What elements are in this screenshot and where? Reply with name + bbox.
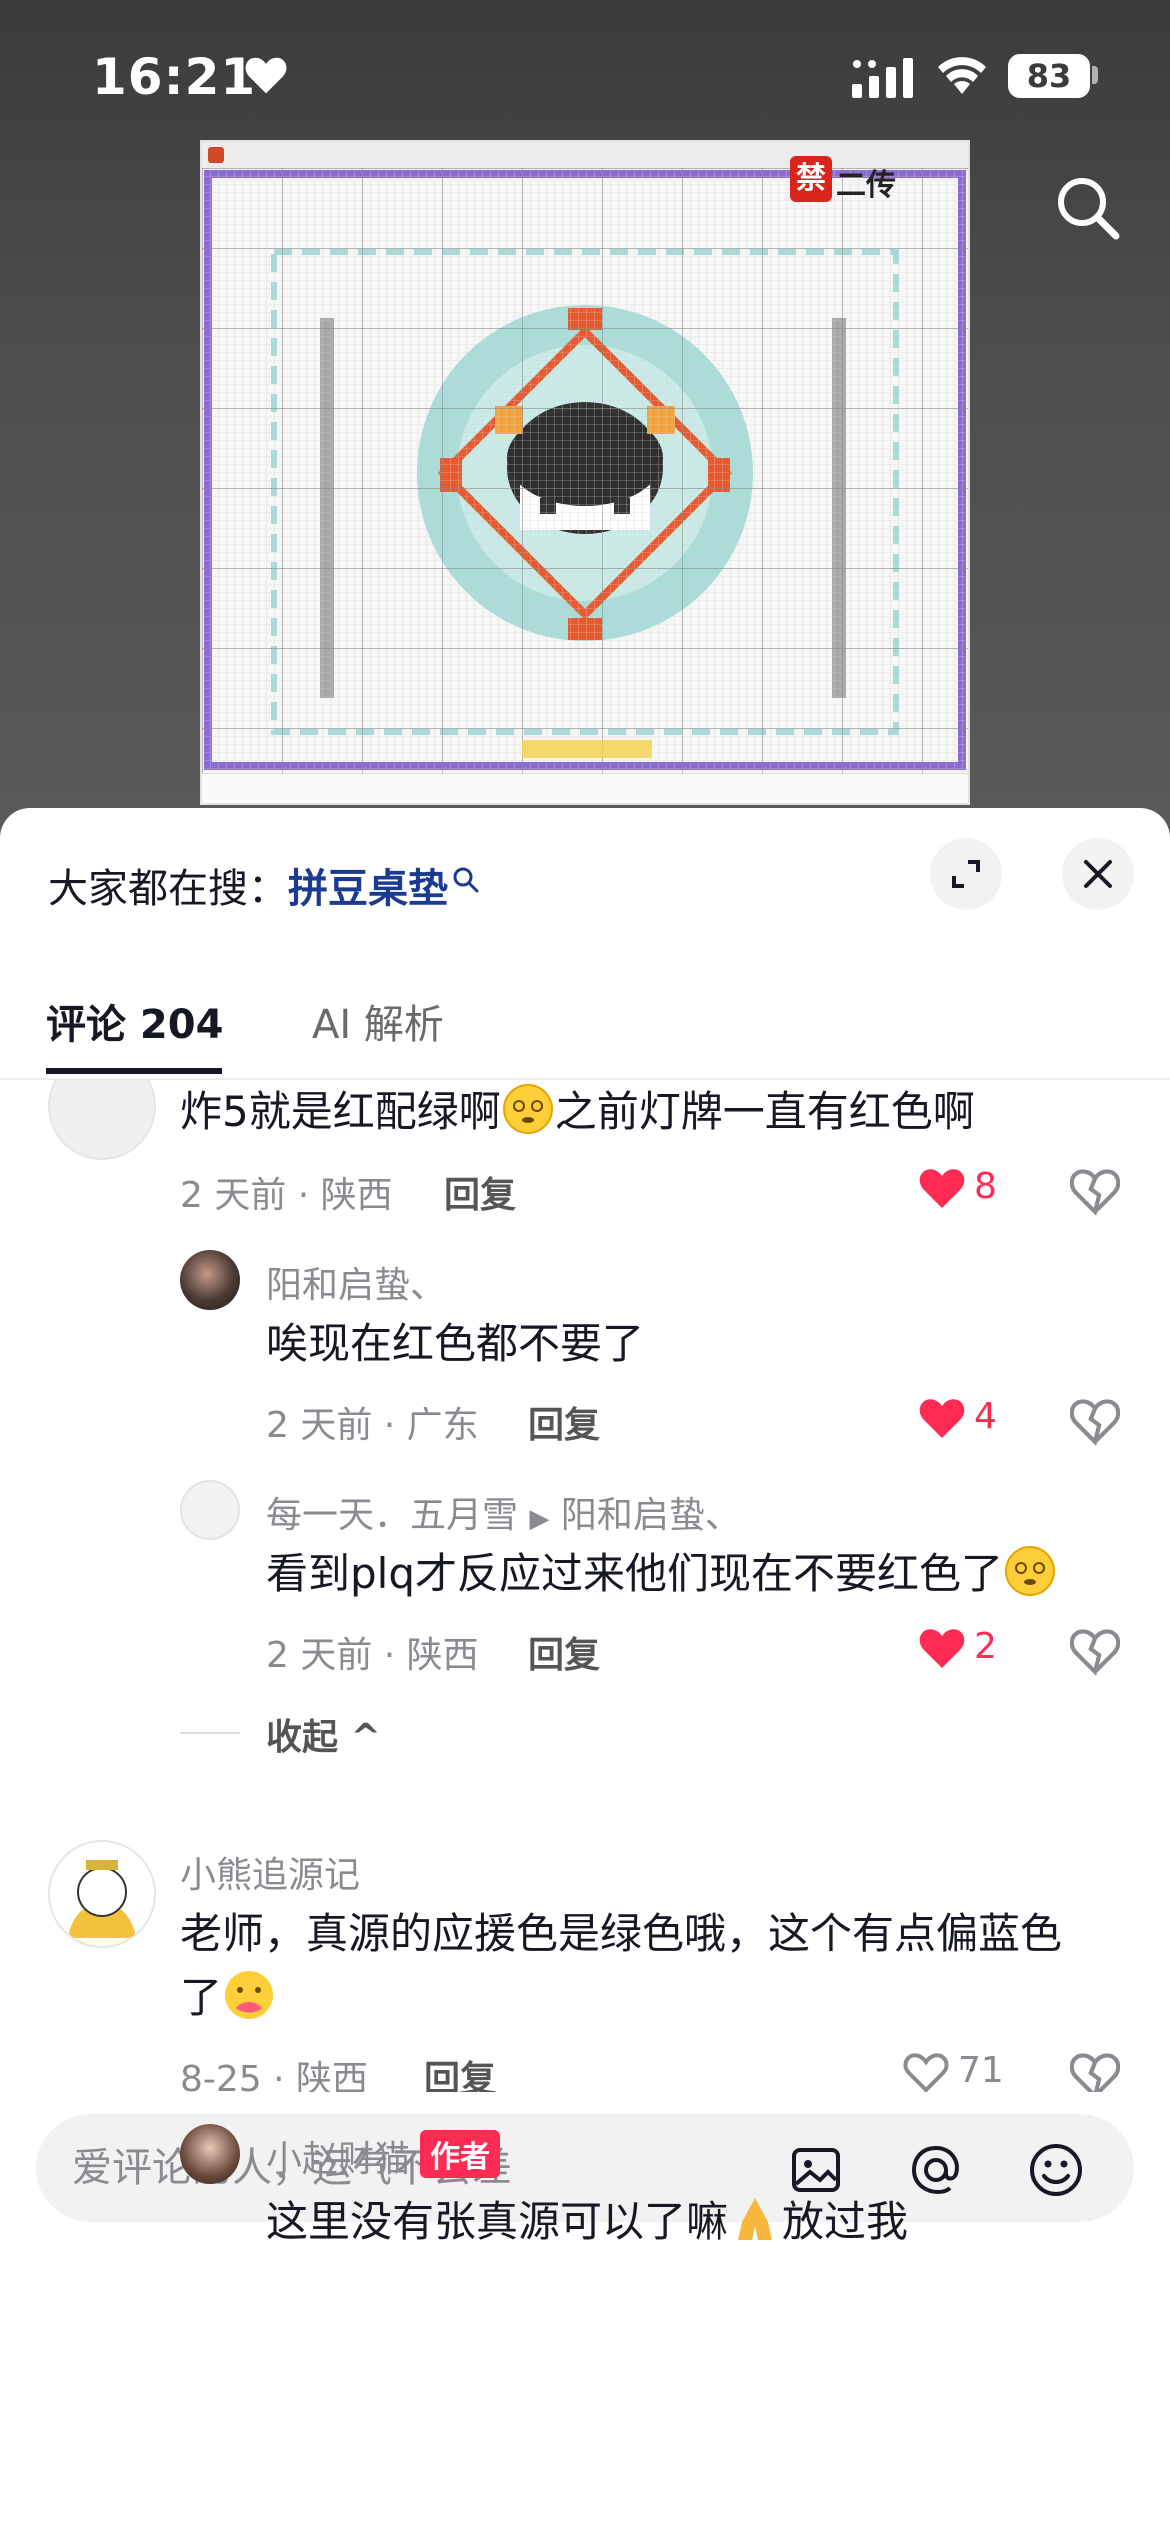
reply-meta: 2 天前 · 陕西 <box>266 1635 479 1676</box>
dislike-icon[interactable] <box>1070 2050 1120 2092</box>
folded-hands-emoji-icon <box>738 2198 773 2240</box>
active-tab-indicator <box>46 1068 222 1074</box>
search-icon[interactable] <box>1052 172 1122 242</box>
hot-search-bar[interactable]: 大家都在搜：拼豆桌垫 <box>48 856 480 914</box>
heart-icon <box>919 1399 965 1438</box>
expand-button[interactable] <box>930 838 1002 910</box>
battery-indicator: 83 <box>1008 54 1090 98</box>
hot-search-prefix: 大家都在搜： <box>48 866 288 912</box>
reply-arrow-icon: ▶ <box>529 1504 550 1534</box>
comment-text: 炸5就是红配绿啊 之前灯牌一直有红色啊 <box>180 1080 975 1144</box>
like-count: 2 <box>974 1626 997 1667</box>
battery-nub <box>1092 66 1098 84</box>
hugging-face-emoji-icon <box>225 1971 274 2019</box>
author-badge: 作者 <box>420 2130 501 2178</box>
search-icon <box>453 867 479 893</box>
chevron-up-icon: ^ <box>350 1717 381 1758</box>
pattern-grid <box>202 168 968 773</box>
color-palette-bar <box>202 773 968 803</box>
like-count: 71 <box>958 2050 1004 2091</box>
reply-meta: 2 天前 · 广东 <box>266 1405 479 1446</box>
reply-text: 看到plq才反应过来他们现在不要红色了 <box>266 1542 1057 1606</box>
avatar[interactable] <box>48 1080 156 1160</box>
like-button[interactable]: 4 <box>918 1394 1038 1444</box>
reply-button[interactable]: 回复 <box>444 1166 516 1218</box>
heart-outline-icon <box>903 2053 949 2092</box>
hot-search-keyword[interactable]: 拼豆桌垫 <box>288 866 448 912</box>
comment-meta: 2 天前 · 陕西 <box>180 1175 393 1216</box>
dizzy-face-emoji-icon <box>502 1084 553 1134</box>
ban-repost-stamp: 禁二传 <box>790 156 920 203</box>
dislike-icon[interactable] <box>1070 1166 1120 1216</box>
reply-button[interactable]: 回复 <box>528 1626 600 1678</box>
expand-icon <box>952 860 980 888</box>
reply-text: 这里没有张真源可以了嘛 放过我 <box>266 2190 908 2254</box>
heart-icon <box>245 57 287 94</box>
status-bar: 16:21 83 <box>0 0 1170 150</box>
comment-text: 老师，真源的应援色是绿色哦，这个有点偏蓝色 <box>180 1909 1063 1958</box>
like-button[interactable]: 8 <box>918 1164 1038 1214</box>
tab-ai-analysis[interactable]: AI 解析 <box>312 992 444 1050</box>
avatar[interactable] <box>180 1250 240 1310</box>
heart-icon <box>919 1169 965 1208</box>
reply-text: 唉现在红色都不要了 <box>266 1319 645 1368</box>
collapse-replies-button[interactable]: 收起 ^ <box>266 1708 381 1760</box>
signal-icon <box>852 58 913 98</box>
reply-username[interactable]: 小赵财猫 作者 <box>266 2130 501 2182</box>
avatar[interactable] <box>180 1480 240 1540</box>
dislike-icon[interactable] <box>1070 1396 1120 1446</box>
bead-pattern-image[interactable]: 禁二传 <box>200 140 970 805</box>
reply-username[interactable]: 每一天．五月雪 ▶ 阳和启蛰、 <box>266 1486 741 1538</box>
like-button[interactable]: 2 <box>918 1624 1038 1674</box>
comment-tabs: 评论 204 AI 解析 <box>0 958 1170 1080</box>
reply-username[interactable]: 阳和启蛰、 <box>266 1256 446 1308</box>
comment-input-bar <box>0 2092 1170 2532</box>
emoji-icon[interactable] <box>1026 2140 1086 2200</box>
close-icon <box>1084 860 1112 888</box>
at-icon[interactable] <box>906 2140 966 2200</box>
like-button[interactable]: 71 <box>902 2048 1022 2092</box>
like-count: 4 <box>974 1396 997 1437</box>
reply-button[interactable]: 回复 <box>528 1396 600 1448</box>
tab-comments[interactable]: 评论 204 <box>46 992 223 1050</box>
avatar[interactable] <box>48 1840 156 1948</box>
comment-meta: 8-25 · 陕西 <box>180 2059 369 2092</box>
avatar[interactable] <box>180 2124 240 2184</box>
wifi-icon <box>938 57 986 94</box>
status-time: 16:21 <box>92 48 257 106</box>
close-button[interactable] <box>1062 838 1134 910</box>
comments-sheet: 大家都在搜：拼豆桌垫 评论 204 AI 解析 炸5就是红配绿啊 之前灯牌一直有红… <box>0 808 1170 2532</box>
reply-button[interactable]: 回复 <box>424 2050 496 2092</box>
cat-avatar-icon <box>68 1860 136 1938</box>
like-count: 8 <box>974 1166 997 1207</box>
divider <box>180 1732 240 1734</box>
comment-text-line2: 了 <box>180 1966 276 2030</box>
app-logo-icon <box>208 147 224 163</box>
comment-list: 炸5就是红配绿啊 之前灯牌一直有红色啊 2 天前 · 陕西 回复 8 阳和启蛰、 … <box>0 1080 1170 2092</box>
heart-icon <box>919 1629 965 1668</box>
dislike-icon[interactable] <box>1070 1626 1120 1676</box>
dizzy-face-emoji-icon <box>1005 1546 1055 1596</box>
comment-username[interactable]: 小熊追源记 <box>180 1846 360 1898</box>
